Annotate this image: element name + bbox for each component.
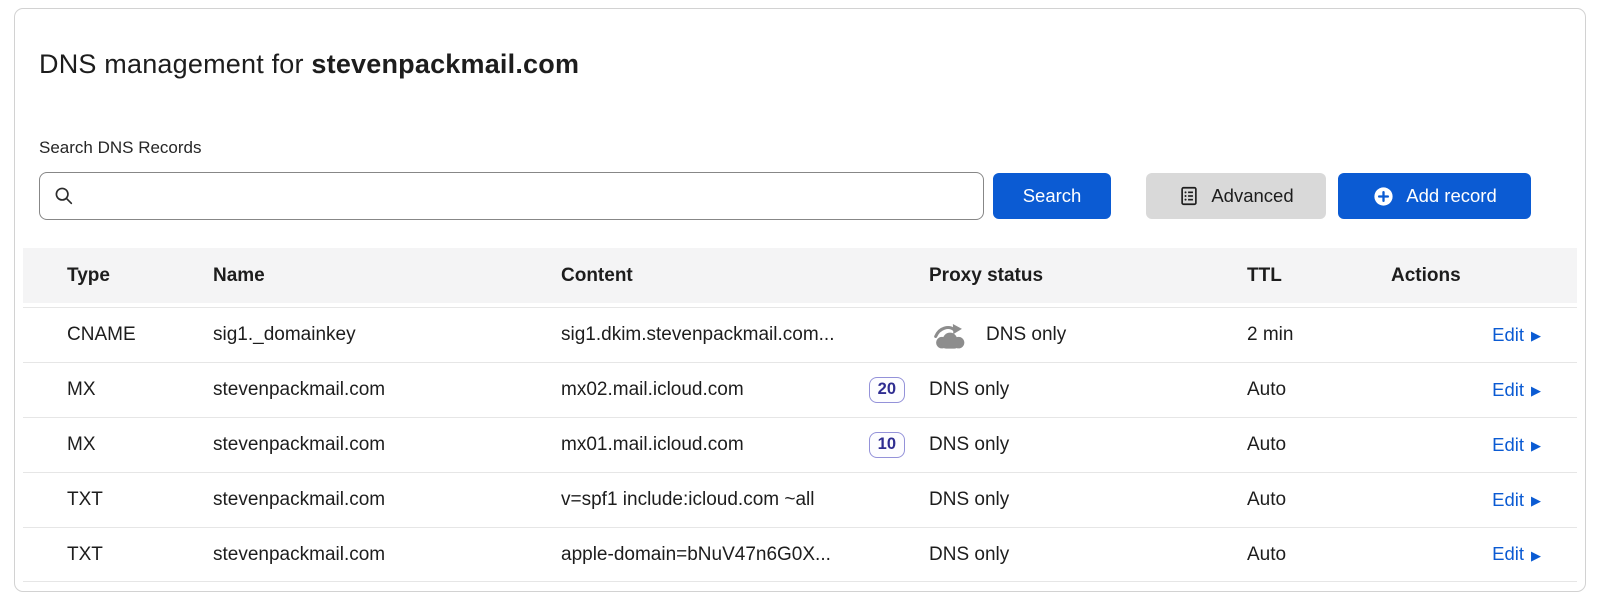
caret-right-icon: ▶	[1531, 439, 1541, 452]
proxy-status-cell: DNS only	[929, 379, 1247, 401]
record-ttl: Auto	[1247, 544, 1391, 566]
search-button[interactable]: Search	[993, 173, 1111, 219]
table-row: MX stevenpackmail.com mx02.mail.icloud.c…	[23, 362, 1577, 417]
record-type: CNAME	[67, 324, 213, 346]
list-document-icon	[1178, 185, 1200, 207]
edit-button[interactable]: Edit▶	[1492, 434, 1541, 456]
actions-cell: Edit▶	[1391, 489, 1541, 512]
table-row: TXT stevenpackmail.com apple-domain=bNuV…	[23, 527, 1577, 582]
proxy-status: DNS only	[929, 544, 1009, 566]
record-type: TXT	[67, 544, 213, 566]
domain-name: stevenpackmail.com	[311, 49, 579, 79]
add-record-button[interactable]: Add record	[1338, 173, 1531, 219]
add-record-label: Add record	[1406, 185, 1497, 207]
proxy-status-cell: DNS only	[929, 489, 1247, 511]
mx-priority-badge: 20	[869, 377, 905, 403]
record-content-cell: v=spf1 include:icloud.com ~all	[561, 489, 929, 511]
caret-right-icon: ▶	[1531, 329, 1541, 342]
edit-button[interactable]: Edit▶	[1492, 379, 1541, 401]
record-content: mx01.mail.icloud.com	[561, 434, 744, 456]
column-header-content: Content	[561, 265, 929, 287]
edit-button[interactable]: Edit▶	[1492, 543, 1541, 565]
cloud-arrow-icon	[929, 321, 971, 350]
record-name: sig1._domainkey	[213, 324, 561, 346]
record-name: stevenpackmail.com	[213, 434, 561, 456]
caret-right-icon: ▶	[1531, 494, 1541, 507]
record-content: mx02.mail.icloud.com	[561, 379, 744, 401]
record-ttl: 2 min	[1247, 324, 1391, 346]
column-header-type: Type	[67, 265, 213, 287]
plus-circle-icon	[1372, 185, 1395, 208]
table-row: MX stevenpackmail.com mx01.mail.icloud.c…	[23, 417, 1577, 472]
edit-button[interactable]: Edit▶	[1492, 489, 1541, 511]
actions-cell: Edit▶	[1391, 434, 1541, 457]
dns-records-table: Type Name Content Proxy status TTL Actio…	[23, 248, 1577, 582]
record-ttl: Auto	[1247, 489, 1391, 511]
proxy-status: DNS only	[929, 434, 1009, 456]
page-title: DNS management for stevenpackmail.com	[39, 9, 1561, 80]
advanced-button-label: Advanced	[1211, 185, 1293, 207]
record-content: sig1.dkim.stevenpackmail.com...	[561, 324, 835, 346]
search-input[interactable]	[83, 173, 970, 219]
page-title-prefix: DNS management for	[39, 49, 311, 79]
edit-button[interactable]: Edit▶	[1492, 324, 1541, 346]
record-type: TXT	[67, 489, 213, 511]
record-content: v=spf1 include:icloud.com ~all	[561, 489, 814, 511]
search-label: Search DNS Records	[39, 138, 1561, 158]
table-body: CNAME sig1._domainkey sig1.dkim.stevenpa…	[23, 307, 1577, 582]
record-content-cell: mx01.mail.icloud.com 10	[561, 432, 929, 458]
caret-right-icon: ▶	[1531, 384, 1541, 397]
proxy-status: DNS only	[929, 379, 1009, 401]
actions-cell: Edit▶	[1391, 543, 1541, 566]
table-row: CNAME sig1._domainkey sig1.dkim.stevenpa…	[23, 307, 1577, 362]
proxy-status: DNS only	[986, 324, 1066, 346]
record-ttl: Auto	[1247, 434, 1391, 456]
table-row: TXT stevenpackmail.com v=spf1 include:ic…	[23, 472, 1577, 527]
proxy-status: DNS only	[929, 489, 1009, 511]
actions-cell: Edit▶	[1391, 379, 1541, 402]
advanced-button[interactable]: Advanced	[1146, 173, 1326, 219]
record-content: apple-domain=bNuV47n6G0X...	[561, 544, 831, 566]
record-name: stevenpackmail.com	[213, 544, 561, 566]
column-header-ttl: TTL	[1247, 265, 1391, 287]
proxy-status-cell: DNS only	[929, 321, 1247, 350]
actions-cell: Edit▶	[1391, 324, 1541, 347]
dns-management-card: DNS management for stevenpackmail.com Se…	[14, 8, 1586, 592]
record-type: MX	[67, 379, 213, 401]
record-ttl: Auto	[1247, 379, 1391, 401]
column-header-actions: Actions	[1391, 265, 1541, 287]
search-input-box[interactable]	[39, 172, 984, 220]
record-content-cell: apple-domain=bNuV47n6G0X...	[561, 544, 929, 566]
mx-priority-badge: 10	[869, 432, 905, 458]
record-name: stevenpackmail.com	[213, 379, 561, 401]
record-content-cell: mx02.mail.icloud.com 20	[561, 377, 929, 403]
caret-right-icon: ▶	[1531, 549, 1541, 562]
column-header-name: Name	[213, 265, 561, 287]
proxy-status-cell: DNS only	[929, 434, 1247, 456]
record-type: MX	[67, 434, 213, 456]
controls-row: Search Advanced	[39, 172, 1561, 220]
record-content-cell: sig1.dkim.stevenpackmail.com...	[561, 324, 929, 346]
column-header-proxy-status: Proxy status	[929, 265, 1247, 287]
table-header-row: Type Name Content Proxy status TTL Actio…	[23, 248, 1577, 303]
proxy-status-cell: DNS only	[929, 544, 1247, 566]
record-name: stevenpackmail.com	[213, 489, 561, 511]
search-icon	[53, 185, 75, 207]
